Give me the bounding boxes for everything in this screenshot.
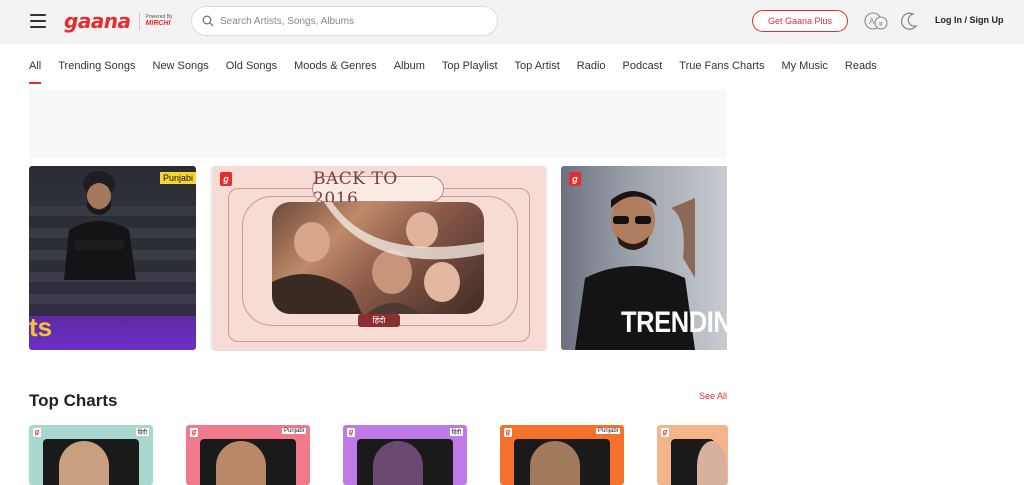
nav-tab-reads[interactable]: Reads — [845, 60, 877, 78]
logo-text: gaana — [64, 9, 131, 33]
chart-artist-image — [530, 441, 580, 485]
dark-mode-moon-icon[interactable] — [901, 11, 919, 31]
top-header: gaana Powered By MIRCHI Get Gaana Plus A… — [0, 0, 1024, 44]
nav-tab-top-artist[interactable]: Top Artist — [515, 60, 560, 78]
language-icon[interactable]: A अ — [864, 11, 888, 31]
nav-tab-top-playlist[interactable]: Top Playlist — [442, 60, 498, 78]
nav-tab-all[interactable]: All — [29, 60, 42, 84]
carousel-card-punjabi[interactable]: Punjabi ts — [29, 166, 196, 350]
chart-card[interactable]: g — [657, 425, 728, 485]
card-title-text: ts — [29, 312, 53, 342]
logo-divider — [138, 12, 140, 30]
chart-card[interactable]: g हिंदी — [343, 425, 467, 485]
gaana-g-badge: g — [504, 428, 512, 437]
language-tag: हिंदी — [135, 428, 149, 436]
top-charts-row: g हिंदी g Punjabi g हिंदी g Punjabi g — [29, 425, 728, 485]
chart-card[interactable]: g हिंदी — [29, 425, 153, 485]
search-icon — [202, 15, 214, 27]
see-all-link[interactable]: See All — [699, 391, 727, 401]
card-title: BACK TO 2016 — [312, 169, 444, 209]
carousel-card-back-to-2016[interactable]: g BACK TO 2016 हिंदी — [212, 166, 546, 350]
card-title-text: TRENDING — [621, 306, 727, 339]
nav-tab-moods-genres[interactable]: Moods & Genres — [294, 60, 377, 78]
gaana-g-badge: g — [220, 172, 232, 186]
chart-artist-image — [216, 441, 266, 485]
hamburger-menu-icon[interactable] — [30, 14, 46, 28]
language-tag: हिंदी — [358, 314, 400, 327]
category-nav: All Trending Songs New Songs Old Songs M… — [29, 60, 894, 84]
language-tag: Punjabi — [595, 428, 620, 434]
nav-tab-new-songs[interactable]: New Songs — [153, 60, 209, 78]
search-input[interactable] — [220, 15, 480, 27]
chart-artist-image — [373, 441, 423, 485]
gaana-logo[interactable]: gaana Powered By MIRCHI — [64, 7, 173, 35]
nav-tab-my-music[interactable]: My Music — [781, 60, 827, 78]
nav-tab-podcast[interactable]: Podcast — [623, 60, 663, 78]
featured-carousel: Punjabi ts g BACK TO 2016 हिंदी g TRENDI — [29, 166, 727, 351]
search-bar[interactable] — [191, 6, 498, 36]
language-tag: Punjabi — [281, 428, 306, 434]
promo-banner-placeholder — [29, 89, 727, 159]
gaana-g-badge: g — [661, 428, 669, 437]
gaana-g-badge: g — [33, 428, 41, 437]
collage-figures — [272, 202, 484, 314]
carousel-card-trending[interactable]: g TRENDING — [561, 166, 727, 350]
nav-tab-true-fans-charts[interactable]: True Fans Charts — [679, 60, 764, 78]
nav-tab-radio[interactable]: Radio — [577, 60, 606, 78]
nav-tab-trending-songs[interactable]: Trending Songs — [58, 60, 135, 78]
gaana-g-badge: g — [190, 428, 198, 437]
svg-text:अ: अ — [878, 22, 883, 28]
chart-artist-image — [59, 441, 109, 485]
chart-card[interactable]: g Punjabi — [500, 425, 624, 485]
movie-collage-image — [272, 202, 484, 314]
get-gaana-plus-button[interactable]: Get Gaana Plus — [752, 10, 848, 32]
nav-tab-album[interactable]: Album — [394, 60, 425, 78]
top-charts-heading: Top Charts — [29, 391, 118, 410]
svg-text:A: A — [869, 17, 875, 26]
gaana-g-badge: g — [347, 428, 355, 437]
chart-artist-image — [697, 441, 727, 485]
chart-card[interactable]: g Punjabi — [186, 425, 310, 485]
login-signup-link[interactable]: Log In / Sign Up — [935, 15, 1004, 25]
language-tag: हिंदी — [449, 428, 463, 436]
mirchi-brand: MIRCHI — [145, 20, 171, 27]
nav-tab-old-songs[interactable]: Old Songs — [226, 60, 277, 78]
language-tag: Punjabi — [159, 172, 196, 184]
artist-image — [64, 171, 136, 280]
powered-by-mirchi: Powered By MIRCHI — [145, 15, 173, 28]
